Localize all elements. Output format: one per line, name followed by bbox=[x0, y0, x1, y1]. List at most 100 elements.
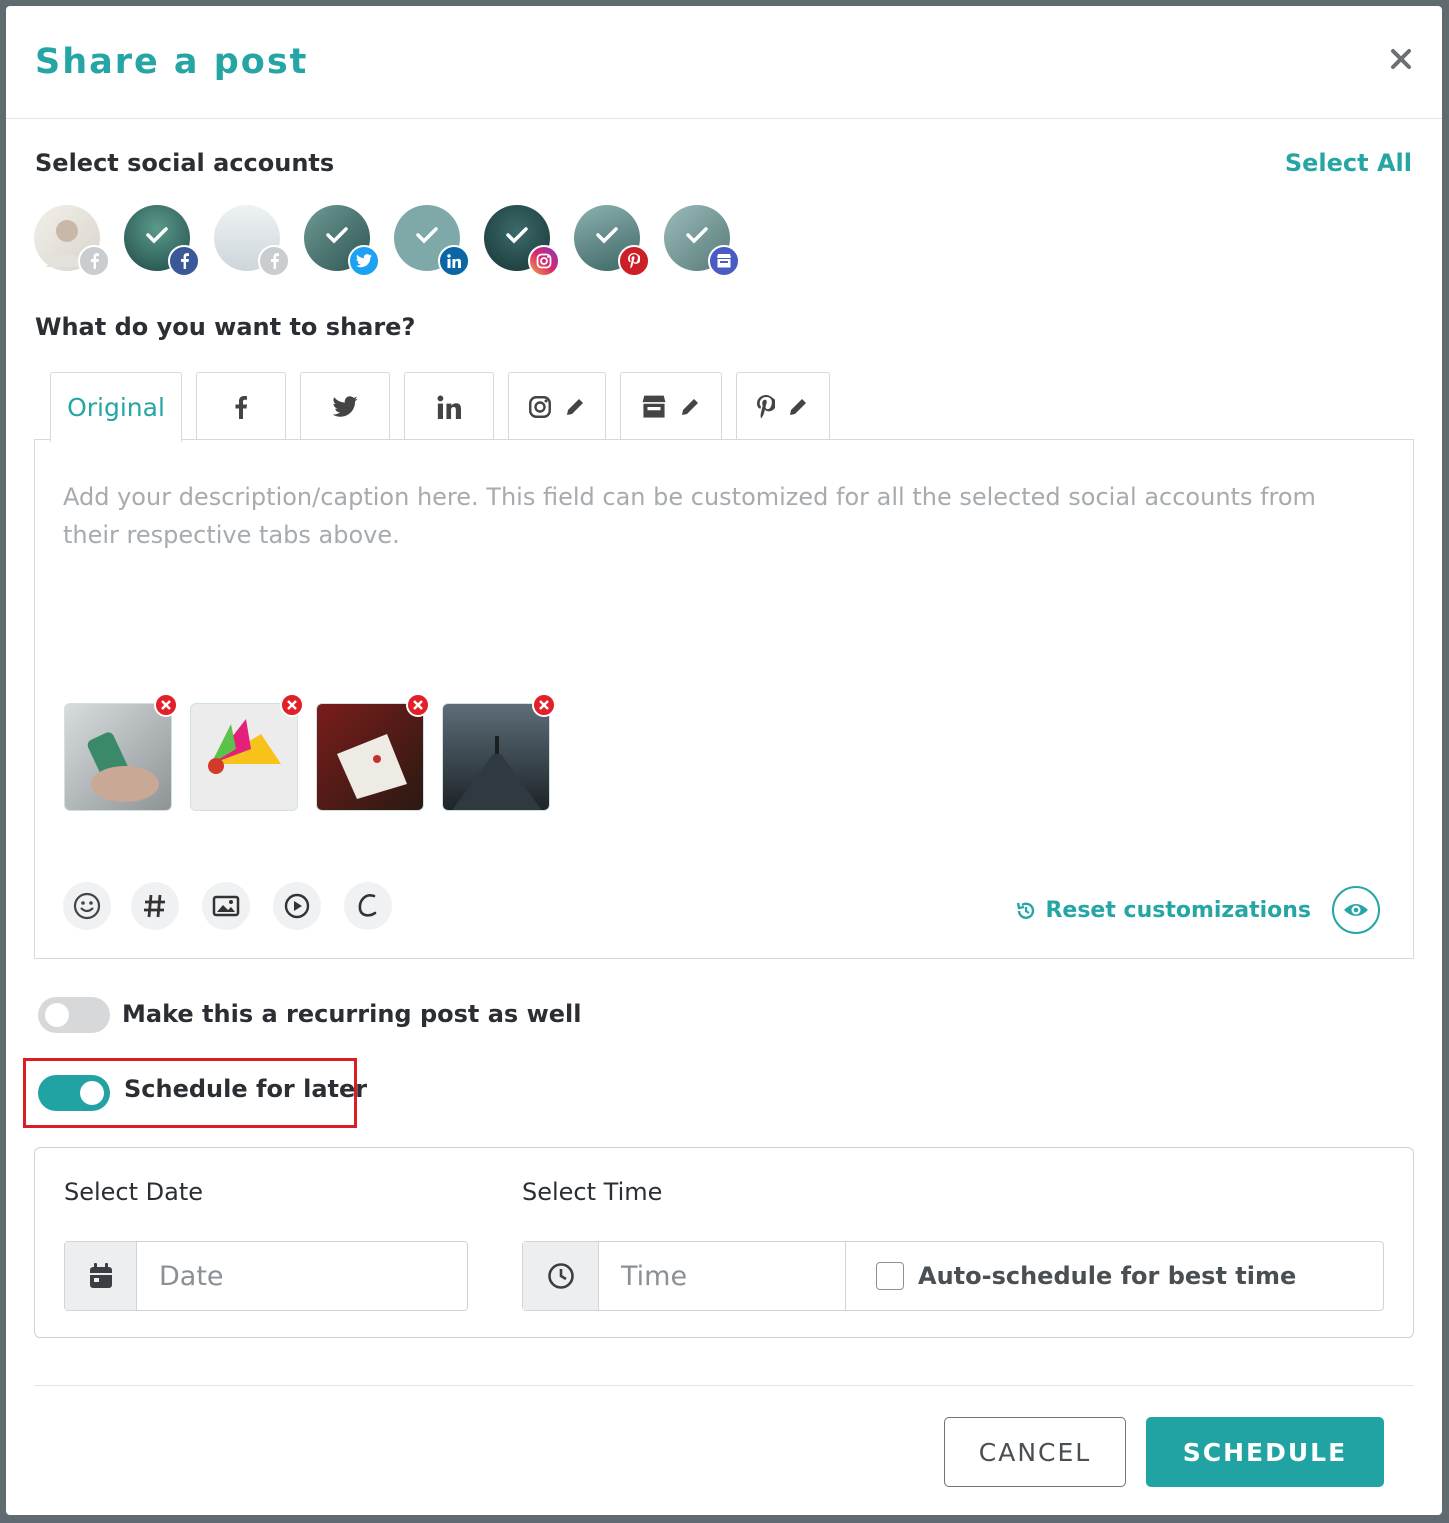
reset-customizations-link[interactable]: Reset customizations bbox=[1015, 898, 1311, 923]
check-icon bbox=[326, 227, 348, 244]
facebook-icon bbox=[78, 245, 110, 277]
account-avatar-facebook-2[interactable] bbox=[124, 205, 200, 277]
auto-schedule-label: Auto-schedule for best time bbox=[918, 1262, 1297, 1290]
pinterest-icon bbox=[618, 245, 650, 277]
date-input-group bbox=[64, 1241, 468, 1311]
account-avatar-twitter[interactable] bbox=[304, 205, 380, 277]
clock-button[interactable] bbox=[523, 1242, 599, 1310]
time-input-group: Auto-schedule for best time bbox=[522, 1241, 1384, 1311]
cancel-button[interactable]: CANCEL bbox=[944, 1417, 1126, 1487]
tab-pinterest[interactable] bbox=[736, 372, 830, 440]
recurring-toggle[interactable] bbox=[38, 997, 110, 1033]
pencil-icon bbox=[790, 398, 806, 415]
google-business-icon bbox=[642, 395, 666, 418]
close-icon bbox=[287, 700, 297, 710]
linkedin-icon bbox=[438, 245, 470, 277]
close-icon bbox=[413, 700, 423, 710]
time-input[interactable] bbox=[599, 1242, 845, 1310]
check-icon bbox=[506, 227, 528, 244]
close-button[interactable] bbox=[1384, 42, 1418, 76]
video-button[interactable] bbox=[273, 882, 321, 930]
emoji-icon bbox=[73, 892, 101, 920]
eye-icon bbox=[1344, 904, 1368, 916]
close-icon bbox=[539, 700, 549, 710]
tab-instagram[interactable] bbox=[508, 372, 606, 440]
media-thumbnail[interactable] bbox=[64, 703, 172, 811]
pinterest-icon bbox=[757, 394, 775, 418]
instagram-icon bbox=[528, 245, 560, 277]
calendar-icon bbox=[89, 1263, 112, 1288]
preview-button[interactable] bbox=[1332, 886, 1380, 934]
media-thumbnail[interactable] bbox=[442, 703, 550, 811]
account-avatar-facebook-1[interactable] bbox=[34, 205, 110, 277]
account-avatar-instagram[interactable] bbox=[484, 205, 560, 277]
recurring-label: Make this a recurring post as well bbox=[122, 1000, 582, 1028]
canva-button[interactable] bbox=[344, 882, 392, 930]
check-icon bbox=[416, 227, 438, 244]
check-icon bbox=[686, 227, 708, 244]
reset-label: Reset customizations bbox=[1045, 898, 1311, 923]
twitter-icon bbox=[332, 395, 358, 417]
image-icon bbox=[212, 895, 240, 917]
schedule-later-toggle[interactable] bbox=[38, 1075, 110, 1111]
check-icon bbox=[596, 227, 618, 244]
emoji-button[interactable] bbox=[63, 882, 111, 930]
post-editor: Add your description/caption here. This … bbox=[34, 439, 1414, 959]
tab-facebook[interactable] bbox=[196, 372, 286, 440]
history-icon bbox=[1017, 902, 1035, 919]
check-icon bbox=[146, 227, 168, 244]
remove-media-button[interactable] bbox=[154, 693, 178, 717]
select-all-link[interactable]: Select All bbox=[1285, 149, 1412, 177]
canva-icon bbox=[358, 894, 377, 917]
pencil-icon bbox=[682, 398, 698, 415]
auto-schedule-checkbox[interactable] bbox=[876, 1262, 904, 1290]
tab-twitter[interactable] bbox=[300, 372, 390, 440]
schedule-button[interactable]: SCHEDULE bbox=[1146, 1417, 1384, 1487]
share-post-modal: Share a post Select social accounts Sele… bbox=[6, 6, 1442, 1515]
account-avatar-linkedin[interactable] bbox=[394, 205, 470, 277]
facebook-icon bbox=[258, 245, 290, 277]
account-avatar-google-business[interactable] bbox=[664, 205, 740, 277]
schedule-panel: Select Date Select Time Auto-schedule fo… bbox=[34, 1147, 1414, 1338]
share-label: What do you want to share? bbox=[35, 313, 416, 341]
remove-media-button[interactable] bbox=[532, 693, 556, 717]
media-thumbnail[interactable] bbox=[316, 703, 424, 811]
google-business-icon bbox=[708, 245, 740, 277]
video-icon bbox=[284, 893, 310, 919]
date-label: Select Date bbox=[64, 1178, 204, 1206]
facebook-icon bbox=[168, 245, 200, 277]
toggle-knob bbox=[80, 1081, 104, 1105]
clock-icon bbox=[547, 1263, 574, 1289]
auto-schedule-option: Auto-schedule for best time bbox=[845, 1242, 1383, 1310]
time-label: Select Time bbox=[522, 1178, 663, 1206]
pencil-icon bbox=[567, 398, 583, 415]
tab-original[interactable]: Original bbox=[50, 372, 182, 442]
hashtag-icon bbox=[144, 894, 165, 918]
remove-media-button[interactable] bbox=[406, 693, 430, 717]
close-icon bbox=[1391, 49, 1411, 69]
platform-tabs: Original bbox=[34, 372, 1414, 442]
twitter-icon bbox=[348, 245, 380, 277]
instagram-icon bbox=[529, 395, 551, 418]
remove-media-button[interactable] bbox=[280, 693, 304, 717]
calendar-button[interactable] bbox=[65, 1242, 137, 1310]
accounts-label: Select social accounts bbox=[35, 149, 335, 177]
tab-google-business[interactable] bbox=[620, 372, 722, 440]
account-avatar-pinterest[interactable] bbox=[574, 205, 650, 277]
modal-header: Share a post bbox=[6, 6, 1442, 119]
account-avatar-facebook-3[interactable] bbox=[214, 205, 290, 277]
tab-linkedin[interactable] bbox=[404, 372, 494, 440]
footer-divider bbox=[34, 1385, 1414, 1386]
hashtag-button[interactable] bbox=[131, 882, 179, 930]
date-input[interactable] bbox=[137, 1242, 457, 1310]
facebook-icon bbox=[235, 395, 247, 419]
toggle-knob bbox=[45, 1003, 69, 1027]
modal-title: Share a post bbox=[35, 42, 309, 82]
tab-original-label: Original bbox=[67, 393, 165, 422]
close-icon bbox=[161, 700, 171, 710]
media-thumbnail[interactable] bbox=[190, 703, 298, 811]
linkedin-icon bbox=[437, 395, 461, 419]
schedule-later-label: Schedule for later bbox=[124, 1075, 368, 1103]
caption-textarea[interactable]: Add your description/caption here. This … bbox=[63, 478, 1373, 554]
image-button[interactable] bbox=[202, 882, 250, 930]
